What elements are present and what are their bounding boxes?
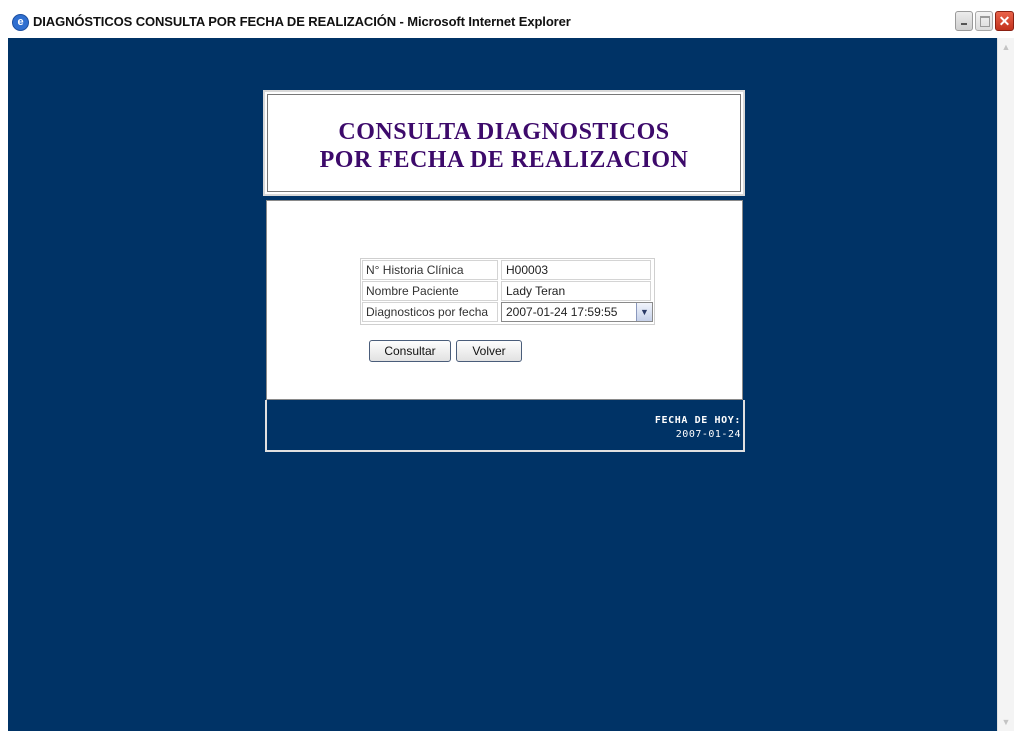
- page-title: CONSULTA DIAGNOSTICOS POR FECHA DE REALI…: [265, 118, 743, 174]
- window-left-border: [0, 38, 8, 731]
- page-title-line-1: CONSULTA DIAGNOSTICOS: [338, 119, 670, 145]
- form-panel: N° Historia Clínica H00003 Nombre Pacien…: [266, 200, 743, 400]
- today-label: FECHA DE HOY:: [654, 415, 741, 426]
- header-panel: CONSULTA DIAGNOSTICOS POR FECHA DE REALI…: [263, 90, 745, 196]
- window-title: DIAGNÓSTICOS CONSULTA POR FECHA DE REALI…: [33, 14, 571, 29]
- form-row-historia: N° Historia Clínica H00003: [362, 260, 653, 280]
- maximize-icon[interactable]: [975, 11, 993, 31]
- browser-window: e DIAGNÓSTICOS CONSULTA POR FECHA DE REA…: [0, 0, 1014, 731]
- page-title-line-2: POR FECHA DE REALIZACION: [319, 147, 689, 173]
- minimize-icon[interactable]: [955, 11, 973, 31]
- vertical-scrollbar[interactable]: ▲ ▼: [997, 38, 1014, 731]
- nombre-label: Nombre Paciente: [362, 281, 498, 301]
- fecha-select[interactable]: 2007-01-24 17:59:55 ▼: [501, 302, 653, 322]
- scroll-down-icon[interactable]: ▼: [999, 715, 1013, 729]
- close-icon[interactable]: ✕: [995, 11, 1014, 31]
- footer-panel: FECHA DE HOY: 2007-01-24: [265, 400, 745, 452]
- page-content: CONSULTA DIAGNOSTICOS POR FECHA DE REALI…: [8, 38, 997, 731]
- volver-button[interactable]: Volver: [456, 340, 522, 362]
- historia-label: N° Historia Clínica: [362, 260, 498, 280]
- form-row-fecha: Diagnosticos por fecha 2007-01-24 17:59:…: [362, 302, 653, 322]
- scroll-up-icon[interactable]: ▲: [999, 40, 1013, 54]
- ie-icon: e: [12, 14, 29, 31]
- form-row-nombre: Nombre Paciente Lady Teran: [362, 281, 653, 301]
- patient-form-table: N° Historia Clínica H00003 Nombre Pacien…: [360, 258, 655, 325]
- nombre-field[interactable]: Lady Teran: [501, 281, 651, 301]
- fecha-select-value: 2007-01-24 17:59:55: [506, 305, 618, 319]
- today-date: 2007-01-24: [675, 429, 741, 440]
- title-bar: e DIAGNÓSTICOS CONSULTA POR FECHA DE REA…: [0, 0, 1014, 38]
- chevron-down-icon[interactable]: ▼: [636, 303, 652, 321]
- consultar-button[interactable]: Consultar: [369, 340, 451, 362]
- historia-field[interactable]: H00003: [501, 260, 651, 280]
- fecha-label: Diagnosticos por fecha: [362, 302, 498, 322]
